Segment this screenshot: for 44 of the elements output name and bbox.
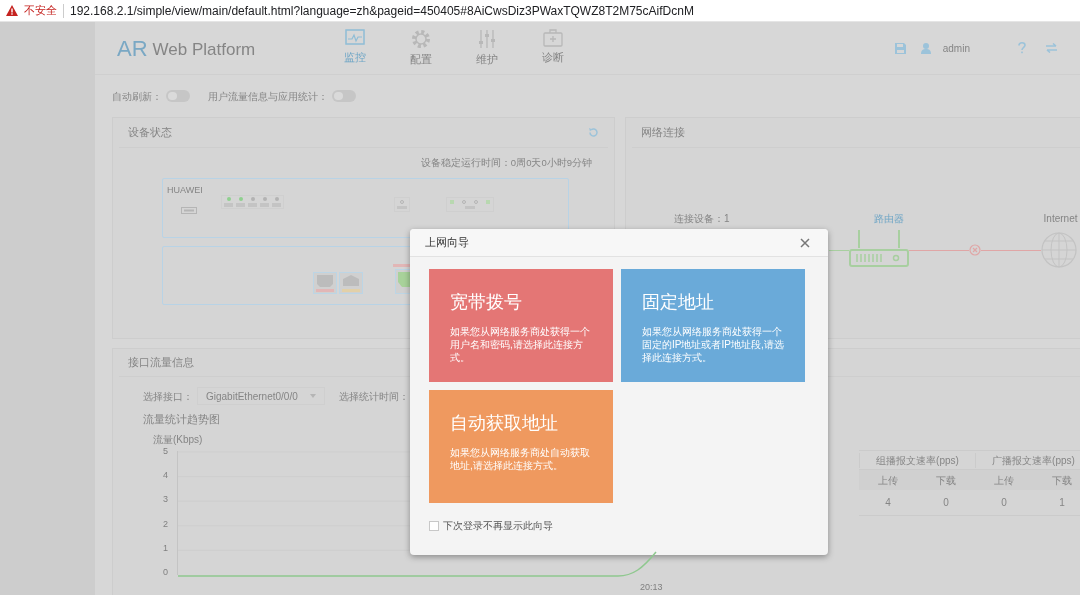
field-label: 选择接口：: [143, 389, 193, 404]
chart-title: 流量统计趋势图: [143, 412, 220, 427]
axis-tick-label: 5: [163, 445, 169, 456]
toggle-label: 自动刷新：: [112, 89, 162, 104]
panel-title: 设备状态: [128, 125, 172, 141]
url-text[interactable]: 192.168.2.1/simple/view/main/default.html?language=zh&pageid=450405#8AiCwsDiz3PWaxTQWZ8T2M75cAifDcnM: [70, 1, 694, 20]
axis-tick-label: 20:13: [640, 581, 663, 594]
connection-option-card[interactable]: 宽带拨号 如果您从网络服务商处获得一个用户名和密码,请选择此连接方式。: [429, 269, 613, 382]
toggle-label: 用户流量信息与应用统计：: [208, 89, 328, 104]
axis-tick-label: 3: [163, 494, 169, 505]
router-label: 路由器: [873, 211, 904, 226]
axis-tick-label: 0: [163, 567, 169, 578]
logo-text: Web Platform: [152, 38, 256, 61]
table-cell-text: 4: [884, 496, 892, 510]
column-header: 组播报文速率(pps): [859, 452, 975, 468]
table-cell-text: 1: [1058, 496, 1066, 510]
column-header: 下载: [1051, 473, 1073, 488]
column-header: 广播报文速率(pps): [975, 452, 1080, 468]
table-cell-text: 0: [942, 496, 950, 510]
brand-text: HUAWEI: [167, 185, 203, 195]
axis-tick-label: 1: [163, 543, 169, 554]
column-header: 下载: [935, 473, 957, 488]
connection-option-card[interactable]: 固定地址 如果您从网络服务商处获得一个固定的IP地址或者IP地址段,请选择此连接方式。: [621, 269, 805, 382]
internet-label: Internet: [1043, 211, 1078, 226]
checkbox-label: 下次登录不再显示此向导: [443, 519, 553, 533]
axis-tick-label: 2: [163, 518, 169, 529]
axis-tick-label: 4: [163, 469, 169, 480]
panel-title: 网络连接: [641, 125, 685, 141]
table-cell-text: 0: [1000, 496, 1008, 510]
username: admin: [942, 41, 970, 56]
nav-tab[interactable]: 配置: [401, 28, 442, 68]
nav-tab[interactable]: 诊断: [533, 28, 574, 68]
connected-devices-text: 连接设备：1: [674, 211, 730, 226]
nav-tab[interactable]: 维护: [467, 28, 508, 68]
nav-tab[interactable]: 监控: [335, 28, 376, 68]
logo-mark: AR: [117, 34, 148, 63]
panel-title: 接口流量信息: [128, 355, 194, 371]
field-label: 选择统计时间：: [338, 389, 409, 404]
axis-title: 流量(Kbps): [153, 432, 203, 447]
dialog-title: 上网向导: [425, 235, 469, 251]
interface-dropdown[interactable]: GigabitEthernet0/0/0: [197, 387, 325, 405]
security-warning: 不安全: [24, 3, 57, 19]
uptime-text: 设备稳定运行时间：0周0天0小时9分钟: [420, 156, 592, 170]
connection-option-card[interactable]: 自动获取地址 如果您从网络服务商处自动获取地址,请选择此连接方式。: [429, 390, 613, 503]
